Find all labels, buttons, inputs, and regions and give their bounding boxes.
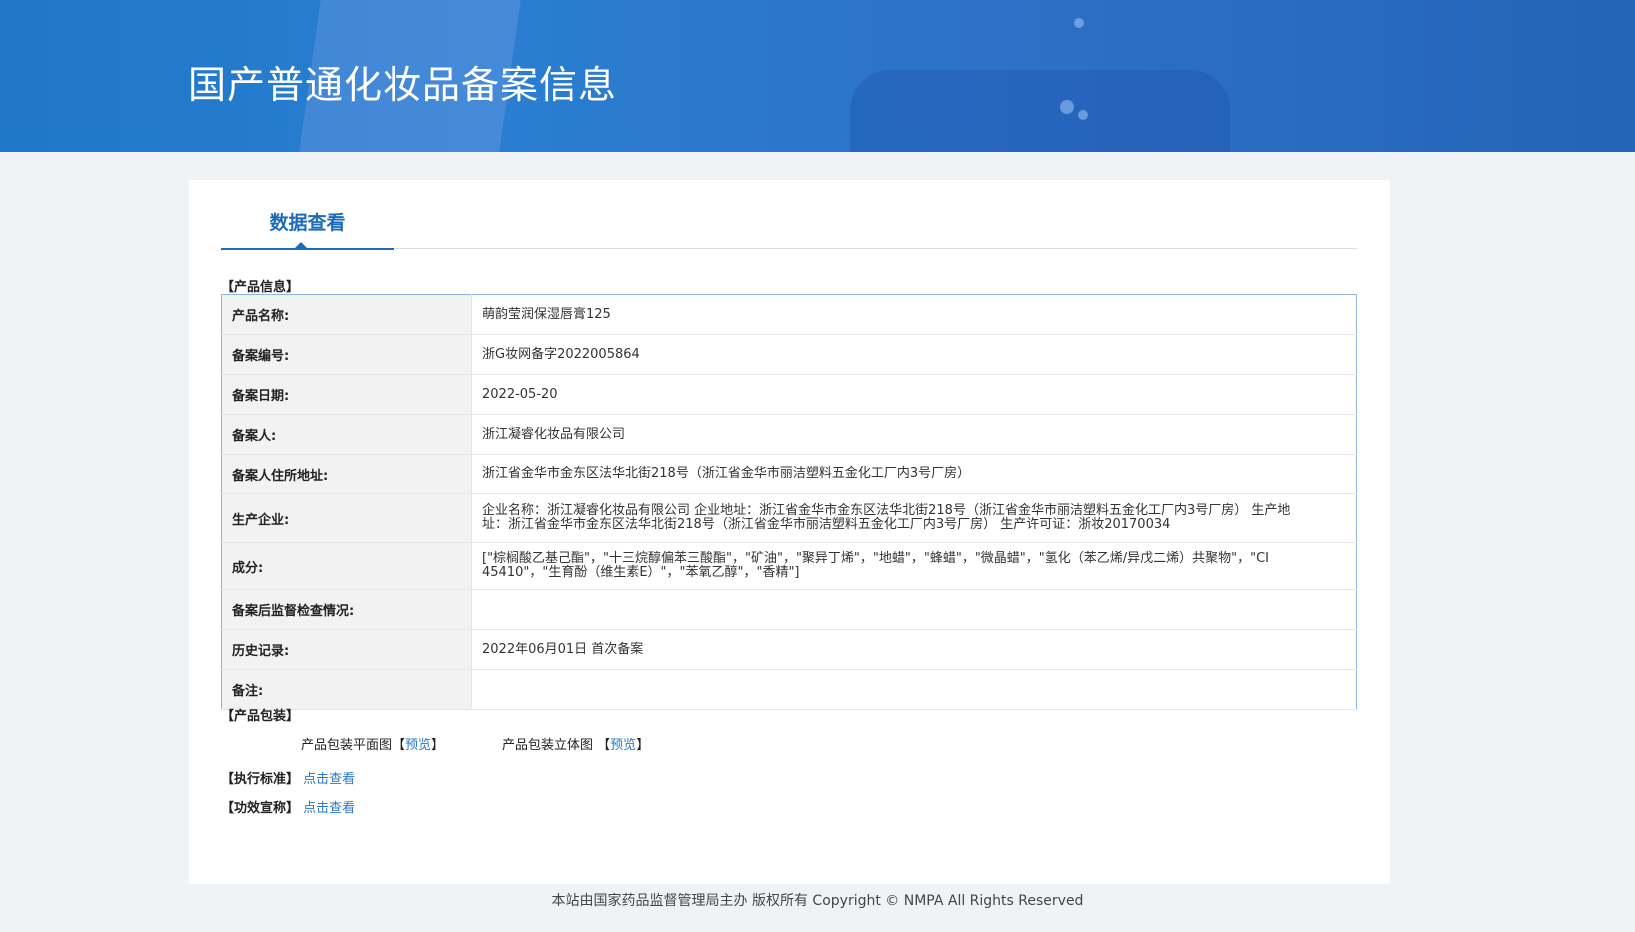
tab-divider — [394, 248, 1357, 249]
row-key: 备案日期: — [221, 374, 472, 415]
table-row: 历史记录: 2022年06月01日 首次备案 — [221, 629, 1357, 670]
row-key: 备案人: — [221, 414, 472, 455]
packaging-flat-item: 产品包装平面图【预览】 — [301, 734, 444, 753]
bracket-close: 】 — [636, 738, 650, 753]
row-value: ["棕榈酸乙基己酯"，"十三烷醇偏苯三酸酯"，"矿油"，"聚异丁烯"，"地蜡"，… — [471, 542, 1357, 590]
table-row: 备案后监督检查情况: — [221, 589, 1357, 630]
tab-active-caret-icon — [295, 242, 307, 248]
row-value: 企业名称：浙江凝睿化妆品有限公司 企业地址：浙江省金华市金东区法华北街218号（… — [471, 493, 1357, 543]
efficacy-row: 【功效宣称】 点击查看 — [221, 797, 355, 816]
row-key: 成分: — [221, 542, 472, 590]
row-value: 浙江省金华市金东区法华北街218号（浙江省金华市丽洁塑料五金化工厂内3号厂房） — [471, 454, 1357, 494]
table-row: 备案日期: 2022-05-20 — [221, 374, 1357, 415]
footer-copyright: 本站由国家药品监督管理局主办 版权所有 Copyright © NMPA All… — [551, 893, 1084, 909]
product-info-table: 产品名称: 萌韵莹润保湿唇膏125 备案编号: 浙G妆网备字2022005864… — [221, 294, 1357, 710]
row-value: 2022年06月01日 首次备案 — [471, 629, 1357, 670]
tab-data-view[interactable]: 数据查看 — [221, 206, 394, 250]
table-row: 备案编号: 浙G妆网备字2022005864 — [221, 334, 1357, 375]
efficacy-label: 【功效宣称】 — [221, 801, 300, 816]
efficacy-view-link[interactable]: 点击查看 — [303, 801, 355, 816]
preview-flat-link[interactable]: 预览 — [405, 738, 431, 753]
packaging-flat-label: 产品包装平面图 — [301, 738, 393, 753]
row-key: 备案编号: — [221, 334, 472, 375]
packaging-heading: 【产品包装】 — [221, 709, 300, 724]
table-row: 生产企业: 企业名称：浙江凝睿化妆品有限公司 企业地址：浙江省金华市金东区法华北… — [221, 493, 1357, 543]
standard-label: 【执行标准】 — [221, 772, 300, 787]
table-row: 备案人: 浙江凝睿化妆品有限公司 — [221, 414, 1357, 455]
banner-dot — [1074, 18, 1084, 28]
header-banner: 国产普通化妆品备案信息 — [0, 0, 1635, 152]
banner-decoration — [850, 70, 1230, 152]
packaging-solid-label: 产品包装立体图 — [502, 738, 594, 753]
row-key: 历史记录: — [221, 629, 472, 670]
row-value: 浙江凝睿化妆品有限公司 — [471, 414, 1357, 455]
tab-label: 数据查看 — [269, 212, 346, 234]
banner-dot — [1060, 100, 1074, 114]
table-row: 备注: — [221, 669, 1357, 710]
bracket-close: 】 — [431, 738, 445, 753]
content-card: 数据查看 【产品信息】 产品名称: 萌韵莹润保湿唇膏125 备案编号: 浙G妆网… — [189, 180, 1390, 884]
table-row: 产品名称: 萌韵莹润保湿唇膏125 — [221, 294, 1357, 335]
standard-view-link[interactable]: 点击查看 — [303, 772, 355, 787]
row-key: 备注: — [221, 669, 472, 710]
table-row: 成分: ["棕榈酸乙基己酯"，"十三烷醇偏苯三酸酯"，"矿油"，"聚异丁烯"，"… — [221, 542, 1357, 590]
page-title: 国产普通化妆品备案信息 — [188, 63, 618, 107]
bracket-open: 【 — [392, 738, 406, 753]
row-key: 产品名称: — [221, 294, 472, 335]
row-key: 备案人住所地址: — [221, 454, 472, 494]
row-key: 备案后监督检查情况: — [221, 589, 472, 630]
row-value — [471, 669, 1357, 710]
packaging-solid-item: 产品包装立体图 【预览】 — [502, 734, 649, 753]
row-value — [471, 589, 1357, 630]
row-value: 2022-05-20 — [471, 374, 1357, 415]
row-key: 生产企业: — [221, 493, 472, 543]
row-value: 萌韵莹润保湿唇膏125 — [471, 294, 1357, 335]
product-info-heading: 【产品信息】 — [221, 280, 300, 295]
row-value: 浙G妆网备字2022005864 — [471, 334, 1357, 375]
bracket-open: 【 — [597, 738, 611, 753]
preview-solid-link[interactable]: 预览 — [610, 738, 636, 753]
standard-row: 【执行标准】 点击查看 — [221, 768, 355, 787]
banner-dot — [1078, 110, 1088, 120]
table-row: 备案人住所地址: 浙江省金华市金东区法华北街218号（浙江省金华市丽洁塑料五金化… — [221, 454, 1357, 494]
